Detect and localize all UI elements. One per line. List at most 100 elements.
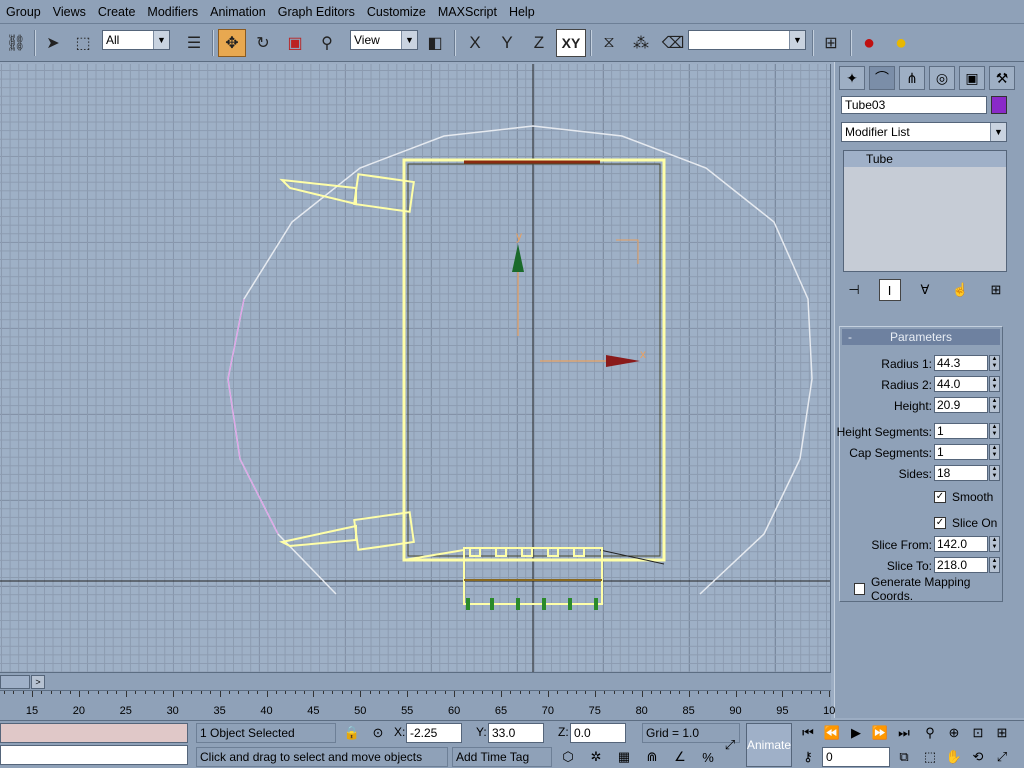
lock-icon[interactable]: 🔒	[342, 723, 362, 743]
manipulate-icon[interactable]: ⚲	[314, 29, 340, 57]
modifier-list-dropdown[interactable]: Modifier List ▼	[841, 122, 1007, 142]
select-by-name-icon[interactable]: ☰	[180, 29, 208, 57]
z-coord-field[interactable]: 0.0	[570, 723, 626, 743]
play-icon[interactable]: ▶	[846, 723, 866, 743]
x-coord-field[interactable]: -2.25	[406, 723, 462, 743]
spinner[interactable]: ▲ ▼	[989, 423, 1000, 439]
checkbox-box[interactable]: ✓	[934, 491, 946, 503]
pin-stack-icon[interactable]: ⊣	[843, 279, 865, 301]
checkbox-box[interactable]: ✓	[934, 517, 946, 529]
material-editor-icon[interactable]: ●	[856, 29, 882, 57]
spinner[interactable]: ▲ ▼	[989, 557, 1000, 573]
param-value-field[interactable]: 20.9	[934, 397, 988, 413]
schematic-icon[interactable]: ⊞	[818, 29, 844, 57]
selection-filter-dropdown[interactable]: All ▼	[102, 30, 170, 50]
rollout-header[interactable]: - Parameters	[842, 329, 1000, 345]
menu-maxscript[interactable]: MAXScript	[432, 0, 503, 24]
show-end-result-icon[interactable]: I	[878, 279, 901, 301]
spinner[interactable]: ▲ ▼	[989, 444, 1000, 460]
viewport-cube-icon[interactable]: ⬡	[558, 747, 578, 767]
magnet-icon[interactable]: ⋒	[642, 747, 662, 767]
time-slider-next[interactable]: >	[31, 675, 45, 689]
absolute-mode-icon[interactable]: ⊙	[368, 723, 388, 743]
rotate-icon[interactable]: ↻	[250, 29, 276, 57]
spinner[interactable]: ▲ ▼	[989, 355, 1000, 371]
go-to-start-icon[interactable]: ⏮	[798, 723, 818, 743]
render-icon[interactable]: ●	[888, 29, 914, 57]
menu-views[interactable]: Views	[47, 0, 92, 24]
zoom-icon[interactable]: ⚲	[920, 723, 940, 743]
motion-tab-icon[interactable]: ◎	[929, 66, 955, 90]
previous-frame-icon[interactable]: ⏪	[822, 723, 842, 743]
configure-sets-icon[interactable]: ⊞	[985, 279, 1007, 301]
viewport-top[interactable]: y x	[0, 64, 831, 672]
menu-create[interactable]: Create	[92, 0, 142, 24]
box-icon[interactable]: ▦	[614, 747, 634, 767]
key-filter-icon[interactable]: ⤢	[720, 735, 740, 755]
arc-rotate-icon[interactable]: ⟲	[968, 747, 988, 767]
param-value-field[interactable]: 1	[934, 423, 988, 439]
create-tab-icon[interactable]: ✦	[839, 66, 865, 90]
axis-z-button[interactable]: Z	[526, 29, 552, 57]
axis-xy-button[interactable]: XY	[556, 29, 586, 57]
zoom-all-icon[interactable]: ⊕	[944, 723, 964, 743]
maximize-viewport-icon[interactable]: ⤢	[992, 747, 1012, 767]
utilities-tab-icon[interactable]: ⚒	[989, 66, 1015, 90]
zoom-extents-all-icon[interactable]: ⊞	[992, 723, 1012, 743]
select-arrow-icon[interactable]: ➤	[42, 29, 64, 57]
modifier-stack[interactable]: Tube	[843, 150, 1007, 272]
eraser-icon[interactable]: ⌫	[660, 29, 686, 57]
menu-graph-editors[interactable]: Graph Editors	[272, 0, 361, 24]
time-slider-thumb[interactable]	[0, 675, 30, 689]
spinner[interactable]: ▲ ▼	[989, 376, 1000, 392]
make-unique-icon[interactable]: ∀	[914, 279, 936, 301]
array-icon[interactable]: ⁂	[628, 29, 654, 57]
modify-tab-icon[interactable]: ⌒	[869, 66, 895, 90]
time-slider[interactable]: >	[0, 672, 831, 690]
param-value-field[interactable]: 44.0	[934, 376, 988, 392]
maxscript-output[interactable]	[0, 745, 188, 765]
display-tab-icon[interactable]: ▣	[959, 66, 985, 90]
stack-item-tube[interactable]: Tube	[844, 151, 1006, 167]
next-frame-icon[interactable]: ⏩	[870, 723, 890, 743]
spinner[interactable]: ▲ ▼	[989, 465, 1000, 481]
animate-button[interactable]: Animate	[746, 723, 792, 767]
current-frame-field[interactable]: 0	[822, 747, 890, 767]
param-value-field[interactable]: 1	[934, 444, 988, 460]
ref-coord-dropdown[interactable]: View ▼	[350, 30, 418, 50]
snap-icon[interactable]: ✲	[586, 747, 606, 767]
axis-y-button[interactable]: Y	[494, 29, 520, 57]
go-to-end-icon[interactable]: ⏭	[894, 723, 914, 743]
maxscript-listener[interactable]	[0, 723, 188, 743]
link-icon[interactable]: ⛓	[4, 29, 28, 57]
param-value-field[interactable]: 44.3	[934, 355, 988, 371]
key-mode-icon[interactable]: ⚷	[798, 747, 818, 767]
timeline-ruler[interactable]: 15 20 25 30 35 40 45 50 55 60 65 70 75 80 85 90 95 10	[0, 690, 835, 720]
axis-x-button[interactable]: X	[462, 29, 488, 57]
checkbox-box[interactable]	[854, 583, 866, 595]
hierarchy-tab-icon[interactable]: ⋔	[899, 66, 925, 90]
param-value-field[interactable]: 18	[934, 465, 988, 481]
spinner[interactable]: ▲ ▼	[989, 397, 1000, 413]
scale-icon[interactable]: ▣	[282, 29, 308, 57]
spinner[interactable]: ▲ ▼	[989, 536, 1000, 552]
add-time-tag[interactable]: Add Time Tag	[452, 747, 552, 767]
pan-icon[interactable]: ✋	[944, 747, 964, 767]
param-value-field[interactable]: 142.0	[934, 536, 988, 552]
remove-modifier-icon[interactable]: ☝	[950, 279, 972, 301]
gen-mapping-checkbox[interactable]: Generate Mapping Coords.	[854, 575, 1002, 603]
angle-snap-icon[interactable]: ∠	[670, 747, 690, 767]
slice-on-checkbox[interactable]: ✓ Slice On	[934, 515, 997, 531]
move-icon[interactable]: ✥	[218, 29, 246, 57]
menu-customize[interactable]: Customize	[361, 0, 432, 24]
zoom-extents-icon[interactable]: ⊡	[968, 723, 988, 743]
menu-animation[interactable]: Animation	[204, 0, 272, 24]
named-selection-dropdown[interactable]: ▼	[688, 30, 806, 50]
param-value-field[interactable]: 218.0	[934, 557, 988, 573]
object-name-field[interactable]: Tube03	[841, 96, 987, 114]
menu-help[interactable]: Help	[503, 0, 541, 24]
menu-group[interactable]: Group	[0, 0, 47, 24]
select-region-icon[interactable]: ⬚	[70, 29, 96, 57]
region-zoom-icon[interactable]: ⬚	[920, 747, 940, 767]
object-color-swatch[interactable]	[991, 96, 1007, 114]
